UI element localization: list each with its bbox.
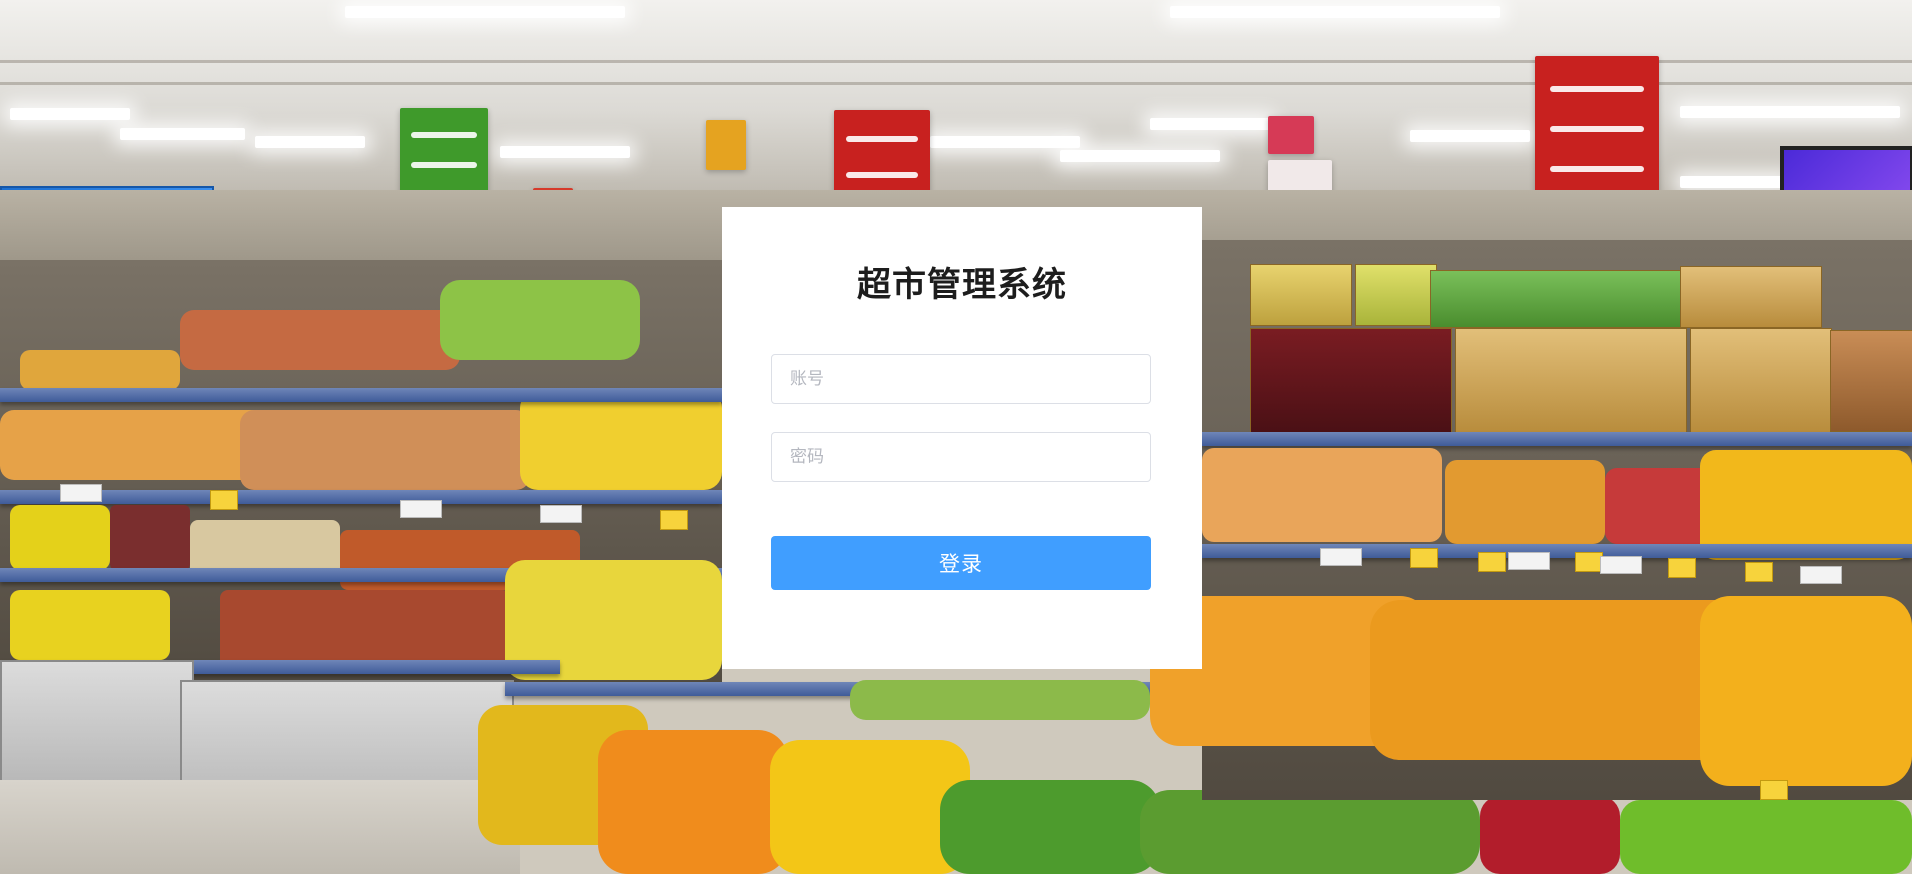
account-input[interactable] xyxy=(771,354,1151,404)
produce xyxy=(20,350,180,390)
crate xyxy=(1680,266,1822,328)
price-tag xyxy=(1478,552,1506,572)
floor xyxy=(0,780,520,874)
price-tag xyxy=(1668,558,1696,578)
crate xyxy=(1250,328,1452,434)
produce xyxy=(180,310,460,370)
price-tag xyxy=(1760,780,1788,800)
shelf-label xyxy=(400,500,442,518)
shelf-edge xyxy=(1202,544,1912,558)
password-input[interactable] xyxy=(771,432,1151,482)
shelf-label xyxy=(1600,556,1642,574)
login-button[interactable]: 登录 xyxy=(771,536,1151,590)
produce xyxy=(10,505,110,570)
produce xyxy=(220,590,510,670)
crate xyxy=(1250,264,1352,326)
price-tag xyxy=(660,510,688,530)
produce xyxy=(1445,460,1605,544)
produce xyxy=(850,680,1150,720)
ceiling-light xyxy=(10,108,130,120)
produce xyxy=(598,730,788,874)
shelf-label xyxy=(540,505,582,523)
crate xyxy=(1455,328,1687,434)
login-title: 超市管理系统 xyxy=(857,265,1067,305)
produce xyxy=(1480,796,1620,874)
produce xyxy=(1700,596,1912,786)
produce xyxy=(10,590,170,660)
ceiling-light xyxy=(1680,176,1790,188)
ceiling-light xyxy=(930,136,1080,148)
ceiling-light xyxy=(1060,150,1220,162)
produce xyxy=(940,780,1160,874)
produce xyxy=(110,505,190,570)
produce xyxy=(1620,800,1912,874)
price-tag xyxy=(1575,552,1603,572)
login-page: 超市管理系统 登录 xyxy=(0,0,1912,874)
hanging-sign xyxy=(1268,116,1314,154)
login-card: 超市管理系统 登录 xyxy=(722,207,1202,669)
ceiling-light xyxy=(1170,6,1500,18)
produce xyxy=(1370,600,1750,760)
shelf-label xyxy=(60,484,102,502)
hanging-sign xyxy=(706,120,746,170)
price-tag xyxy=(210,490,238,510)
crate xyxy=(1830,330,1912,432)
produce xyxy=(1202,448,1442,542)
shelf-label xyxy=(1508,552,1550,570)
produce xyxy=(440,280,640,360)
ceiling-light xyxy=(120,128,245,140)
produce xyxy=(520,390,722,490)
shelf-edge xyxy=(1202,432,1912,446)
crate xyxy=(1355,264,1437,326)
ceiling-light xyxy=(345,6,625,18)
price-tag xyxy=(1745,562,1773,582)
produce xyxy=(0,410,270,480)
price-tag xyxy=(1410,548,1438,568)
shelf-label xyxy=(1800,566,1842,584)
ceiling-light xyxy=(1680,106,1900,118)
shelf-edge xyxy=(0,490,722,504)
produce xyxy=(1605,468,1715,544)
shelf-label xyxy=(1320,548,1362,566)
shelf-edge xyxy=(0,388,722,402)
ceiling-light xyxy=(1410,130,1530,142)
crate xyxy=(1430,270,1682,328)
ceiling-light xyxy=(1150,118,1270,130)
produce xyxy=(1140,790,1480,874)
crate xyxy=(1690,328,1832,434)
produce xyxy=(240,410,530,490)
ceiling-light xyxy=(500,146,630,158)
ceiling-light xyxy=(255,136,365,148)
